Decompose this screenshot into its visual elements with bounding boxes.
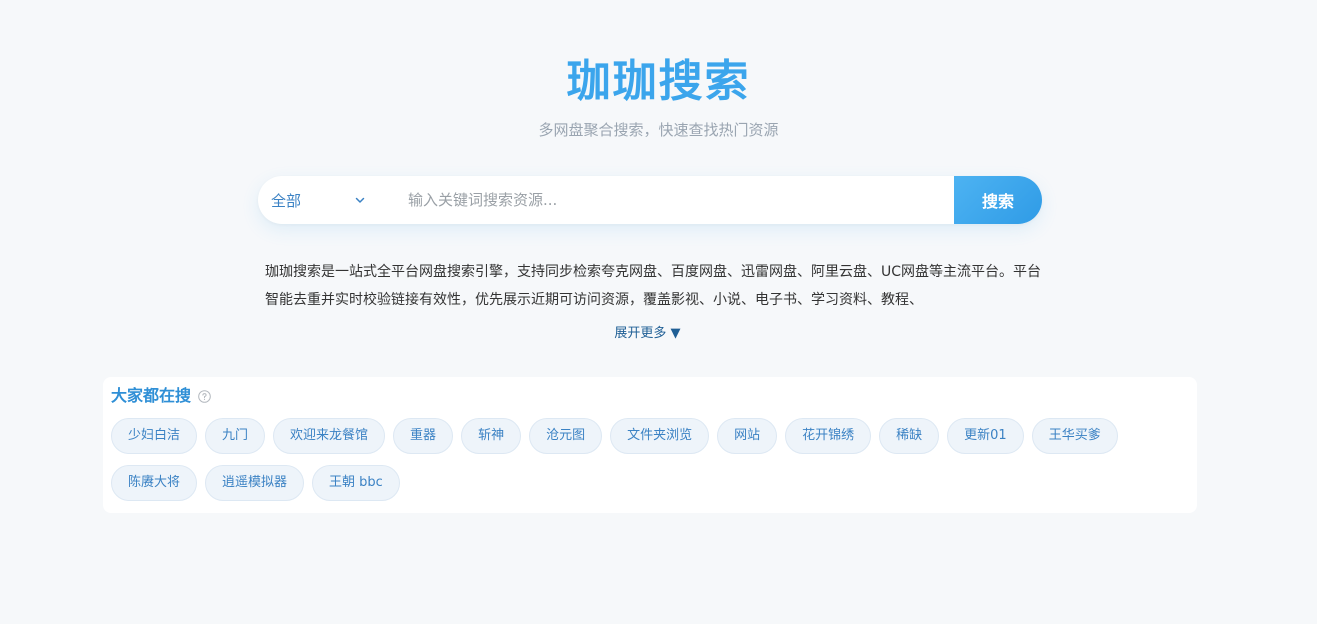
hot-search-panel: 大家都在搜 少妇白洁 九门 欢迎来龙餐馆 重器 斩神 沧元图 文件夹浏览 网站 … xyxy=(103,377,1197,513)
hot-tag[interactable]: 文件夹浏览 xyxy=(610,418,710,454)
chevron-down-icon xyxy=(354,194,366,206)
hot-tag[interactable]: 九门 xyxy=(205,418,266,454)
hot-tag[interactable]: 网站 xyxy=(717,418,778,454)
scope-select[interactable]: 全部 xyxy=(258,176,388,224)
search-button[interactable]: 搜索 xyxy=(954,176,1042,224)
hot-search-header: 大家都在搜 xyxy=(111,385,211,407)
expand-more-link[interactable]: 展开更多 ▼ xyxy=(0,324,1295,344)
search-bar: 全部 搜索 xyxy=(258,176,1042,224)
hot-tag[interactable]: 花开锦绣 xyxy=(785,418,872,454)
hot-tag[interactable]: 陈赓大将 xyxy=(111,465,198,501)
hot-tag[interactable]: 逍遥模拟器 xyxy=(205,465,305,501)
hot-tag[interactable]: 斩神 xyxy=(461,418,522,454)
site-subtitle: 多网盘聚合搜索，快速查找热门资源 xyxy=(538,121,779,139)
hero: 珈珈搜索 多网盘聚合搜索，快速查找热门资源 xyxy=(0,52,1317,140)
page: 珈珈搜索 多网盘聚合搜索，快速查找热门资源 全部 搜索 珈珈搜索是一站式全平台网… xyxy=(0,0,1317,624)
intro-text: 珈珈搜索是一站式全平台网盘搜索引擎，支持同步检索夸克网盘、百度网盘、迅雷网盘、阿… xyxy=(265,264,1042,308)
hot-tag[interactable]: 少妇白洁 xyxy=(111,418,198,454)
hot-search-title: 大家都在搜 xyxy=(111,386,192,405)
hot-tag[interactable]: 稀缺 xyxy=(879,418,940,454)
hot-tag[interactable]: 更新01 xyxy=(947,418,1024,454)
help-circle-icon[interactable] xyxy=(198,389,211,403)
site-title: 珈珈搜索 xyxy=(566,56,751,107)
hot-tag[interactable]: 王华买爹 xyxy=(1031,418,1118,454)
scope-select-label: 全部 xyxy=(271,191,302,210)
hot-tag[interactable]: 沧元图 xyxy=(529,418,603,454)
search-input[interactable] xyxy=(388,176,954,224)
hot-tag[interactable]: 重器 xyxy=(393,418,454,454)
hot-tag-list: 少妇白洁 九门 欢迎来龙餐馆 重器 斩神 沧元图 文件夹浏览 网站 花开锦绣 稀… xyxy=(111,418,1181,501)
hot-tag[interactable]: 欢迎来龙餐馆 xyxy=(273,418,386,454)
hot-tag[interactable]: 王朝 bbc xyxy=(312,465,400,501)
